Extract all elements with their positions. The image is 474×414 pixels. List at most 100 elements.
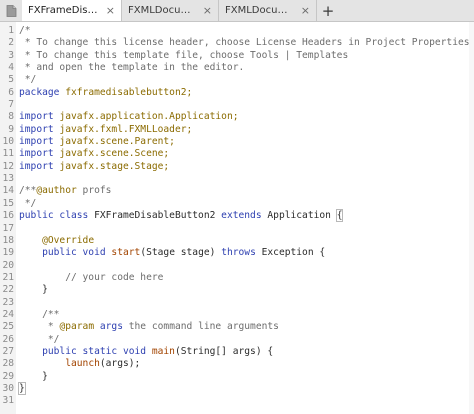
- code-line[interactable]: 20: [0, 260, 474, 272]
- code-token: the command line arguments: [122, 321, 279, 333]
- code-token: javafx.scene.Parent;: [59, 136, 175, 148]
- code-line[interactable]: 4 * and open the template in the editor.: [0, 62, 474, 74]
- code-token: (args);: [99, 358, 141, 370]
- tab-fxmldocumentcontroller[interactable]: FXMLDocumentCo... ×: [219, 0, 317, 21]
- close-icon[interactable]: ×: [203, 5, 212, 16]
- code-line[interactable]: 2 * To change this license header, choos…: [0, 37, 474, 49]
- tab-label: FXMLDocument.fx...: [128, 5, 199, 16]
- code-line[interactable]: 28 launch(args);: [0, 358, 474, 370]
- line-number: 11: [2, 148, 14, 160]
- code-text: import javafx.fxml.FXMLLoader;: [19, 124, 192, 136]
- code-line[interactable]: 30}: [0, 381, 474, 395]
- code-line[interactable]: 6 package fxframedisablebutton2;: [0, 87, 474, 99]
- code-text: import javafx.stage.Stage;: [19, 161, 169, 173]
- line-number: 27: [2, 345, 14, 357]
- code-token: javafx.stage.Stage;: [59, 160, 170, 172]
- line-number: 1: [8, 25, 14, 36]
- code-token: import: [19, 160, 60, 172]
- code-line[interactable]: 1 /*: [0, 25, 474, 37]
- code-text: */: [19, 74, 37, 86]
- code-line[interactable]: 3 * To change this template file, choose…: [0, 50, 474, 62]
- tab-label: FXFrameDisableBu...: [28, 5, 102, 16]
- line-number: 6: [8, 86, 14, 98]
- code-text: }: [19, 284, 48, 296]
- code-line[interactable]: 8 import javafx.application.Application;: [0, 111, 474, 123]
- code-text: */: [19, 198, 37, 210]
- vertical-scrollbar[interactable]: [469, 22, 474, 414]
- code-line[interactable]: 24 /**: [0, 309, 474, 321]
- line-number: 30: [2, 382, 14, 394]
- line-number: 28: [2, 358, 14, 370]
- code-line[interactable]: 11 import javafx.scene.Scene;: [0, 148, 474, 160]
- code-text: public void start(Stage stage) throws Ex…: [19, 247, 325, 259]
- code-line[interactable]: 5 */: [0, 74, 474, 86]
- code-token: /*: [19, 25, 31, 36]
- code-token: // your code here: [19, 271, 164, 283]
- code-editor[interactable]: 1/* 2 * To change this license header, ch…: [0, 22, 474, 414]
- code-line[interactable]: 25 * @param args the command line argume…: [0, 321, 474, 333]
- editor-window: FXFrameDisableBu... × FXMLDocument.fx...…: [0, 0, 474, 414]
- tab-fxframedisablebutton[interactable]: FXFrameDisableBu... ×: [22, 0, 122, 21]
- code-line[interactable]: 14 /**@author profs: [0, 185, 474, 197]
- code-token: start: [111, 247, 141, 259]
- new-tab-button[interactable]: +: [317, 0, 339, 21]
- code-line[interactable]: 23: [0, 297, 474, 309]
- code-line[interactable]: 12 import javafx.stage.Stage;: [0, 161, 474, 173]
- code-line[interactable]: 13: [0, 173, 474, 185]
- line-number: 2: [8, 37, 14, 49]
- line-number: 13: [2, 173, 14, 185]
- code-line[interactable]: 15 */: [0, 198, 474, 210]
- line-number: 9: [8, 123, 14, 135]
- code-text: public class FXFrameDisableButton2 exten…: [19, 209, 344, 223]
- code-token: javafx.scene.Scene;: [59, 148, 170, 160]
- code-line[interactable]: 31: [0, 395, 474, 407]
- code-line[interactable]: 10 import javafx.scene.Parent;: [0, 136, 474, 148]
- code-lines[interactable]: 1/* 2 * To change this license header, ch…: [0, 25, 474, 408]
- code-text: package fxframedisablebutton2;: [19, 87, 192, 99]
- code-token: javafx.application.Application;: [59, 111, 239, 123]
- code-line[interactable]: 26 */: [0, 334, 474, 346]
- code-token: * and open the template in the editor.: [19, 62, 245, 74]
- line-number: 17: [2, 222, 14, 234]
- code-token: launch: [65, 358, 100, 370]
- code-line[interactable]: 22 }: [0, 284, 474, 296]
- code-token: }: [19, 284, 48, 296]
- code-token: fxframedisablebutton2;: [65, 86, 193, 98]
- code-token: @author: [36, 185, 77, 197]
- code-token: */: [19, 74, 37, 86]
- code-line[interactable]: 27 public static void main(String[] args…: [0, 346, 474, 358]
- code-token: * To change this template file, choose T…: [19, 49, 349, 61]
- line-number: 18: [2, 234, 14, 246]
- line-number: 12: [2, 160, 14, 172]
- code-line[interactable]: 21 // your code here: [0, 272, 474, 284]
- code-line[interactable]: 29 }: [0, 371, 474, 383]
- code-line[interactable]: 17: [0, 223, 474, 235]
- line-number: 15: [2, 197, 14, 209]
- tab-label: FXMLDocumentCo...: [225, 5, 297, 16]
- close-icon[interactable]: ×: [106, 5, 115, 16]
- code-text: }: [19, 371, 48, 383]
- code-token: * To change this license header, choose …: [19, 37, 474, 49]
- code-line[interactable]: 16 public class FXFrameDisableButton2 ext…: [0, 209, 474, 223]
- code-line[interactable]: 9 import javafx.fxml.FXMLLoader;: [0, 124, 474, 136]
- code-line[interactable]: 7: [0, 99, 474, 111]
- close-icon[interactable]: ×: [301, 5, 310, 16]
- file-icon[interactable]: [0, 0, 22, 21]
- line-number: 31: [2, 395, 14, 407]
- line-number: 19: [2, 247, 14, 259]
- document-icon: [6, 4, 16, 17]
- code-token: FXFrameDisableButton2: [94, 210, 222, 222]
- code-token: /**: [19, 308, 60, 320]
- code-line[interactable]: 19 public void start(Stage stage) throws…: [0, 247, 474, 259]
- tab-fxmldocument-fxml[interactable]: FXMLDocument.fx... ×: [122, 0, 219, 21]
- code-token: package: [19, 86, 66, 98]
- line-number: 20: [2, 259, 14, 271]
- code-token: import: [19, 136, 60, 148]
- code-text: @Override: [19, 235, 94, 247]
- code-text: import javafx.application.Application;: [19, 111, 239, 123]
- code-text: */: [19, 334, 60, 346]
- code-text: * To change this template file, choose T…: [19, 50, 348, 62]
- code-text: * To change this license header, choose …: [19, 37, 474, 49]
- code-token: import: [19, 111, 60, 123]
- code-line[interactable]: 18 @Override: [0, 235, 474, 247]
